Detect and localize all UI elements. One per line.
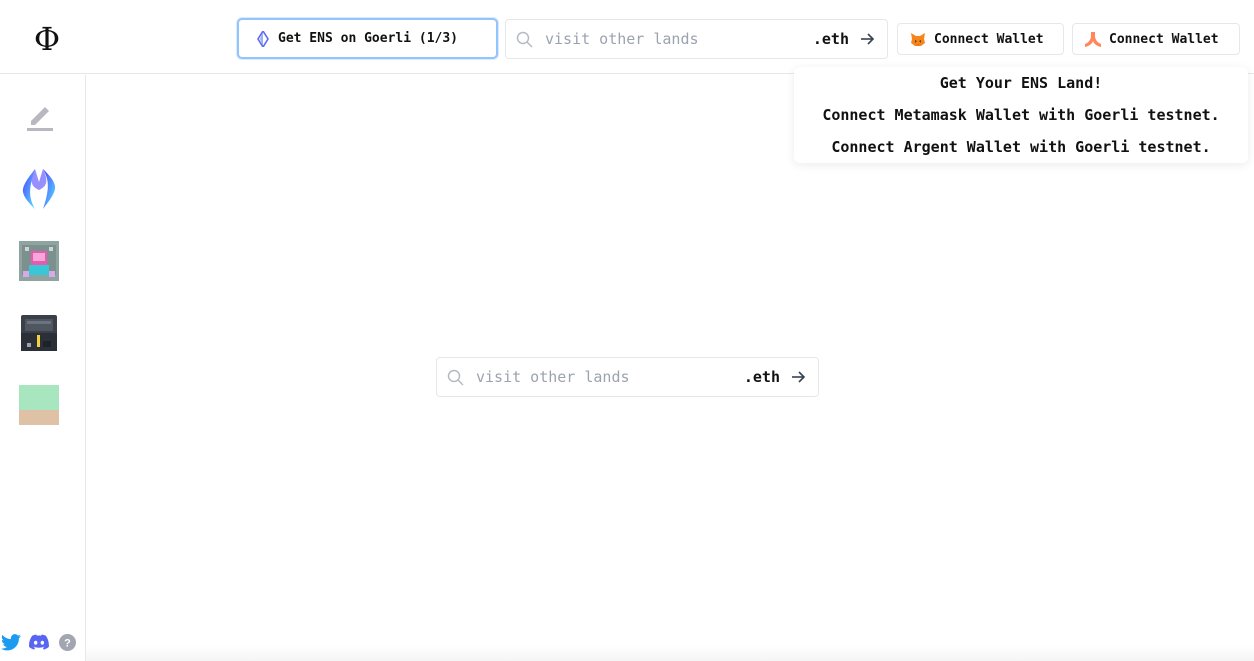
metamask-fox-icon [910,32,926,47]
eth-suffix: .eth [812,30,849,48]
phi-logo[interactable]: Φ [30,20,64,58]
connect-metamask-button[interactable]: Connect Wallet [897,23,1064,55]
dropdown-item-argent-goerli[interactable]: Connect Argent Wallet with Goerli testne… [794,138,1248,156]
header-search-box: .eth [505,19,888,59]
edit-icon[interactable] [19,97,59,137]
castle-icon[interactable] [19,241,59,281]
connect-argent-label: Connect Wallet [1109,31,1219,47]
ens-logo-icon[interactable] [19,169,59,209]
land-tile-icon[interactable] [19,385,59,425]
sidebar [0,75,86,661]
center-search-box: .eth [436,357,819,397]
get-ens-button[interactable]: Get ENS on Goerli (1/3) [237,18,498,59]
ens-icon [256,30,270,47]
header-search-input[interactable] [545,28,795,50]
get-ens-label: Get ENS on Goerli (1/3) [278,31,459,46]
twitter-icon[interactable] [1,634,21,651]
bottom-edge [86,646,1254,661]
search-icon [447,369,464,386]
arrow-right-icon[interactable] [790,369,806,385]
connect-argent-button[interactable]: Connect Wallet [1072,23,1240,55]
discord-icon[interactable] [29,634,49,650]
connect-metamask-label: Connect Wallet [934,31,1044,47]
arrow-right-icon[interactable] [859,31,875,47]
svg-text:?: ? [64,638,71,650]
shop-icon[interactable] [19,313,59,353]
dropdown-item-get-ens[interactable]: Get Your ENS Land! [794,74,1248,92]
center-search-input[interactable] [476,366,726,388]
dropdown-item-metamask-goerli[interactable]: Connect Metamask Wallet with Goerli test… [794,106,1248,124]
search-icon [516,31,533,48]
eth-suffix: .eth [743,368,780,386]
info-dropdown: Get Your ENS Land! Connect Metamask Wall… [794,67,1248,163]
argent-icon [1085,31,1101,47]
help-icon[interactable]: ? [59,634,76,651]
top-bar: Φ Get ENS on Goerli (1/3) .eth [0,4,1254,74]
